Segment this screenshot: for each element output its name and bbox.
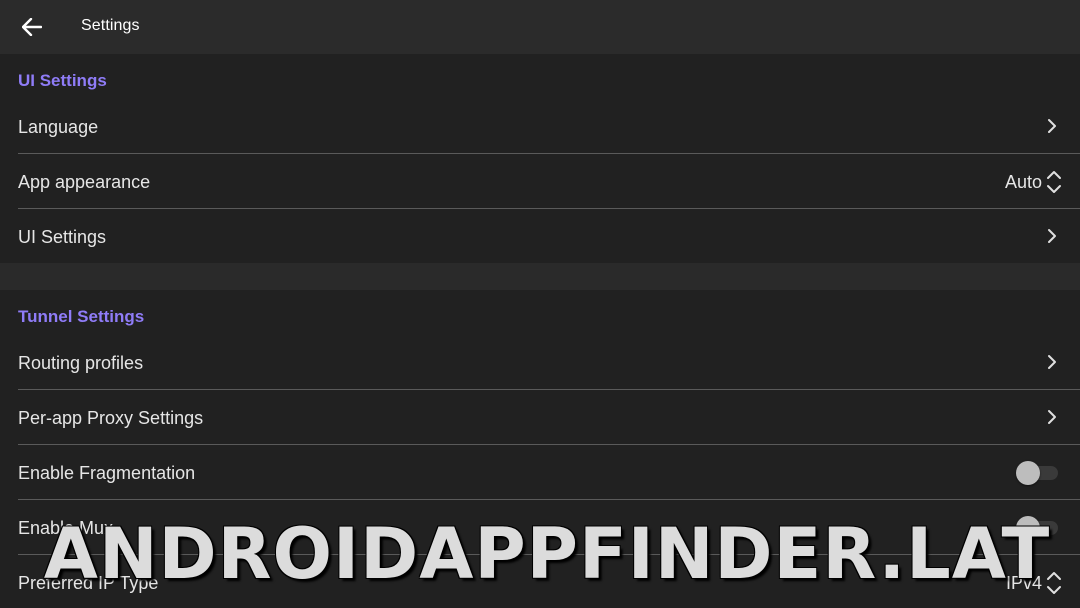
back-button[interactable]	[14, 9, 50, 45]
preferred-ip-type-row[interactable]: Preferred IP Type IPv4	[18, 555, 1080, 608]
top-app-bar: Settings	[0, 0, 1080, 54]
preferred-ip-type-value: IPv4	[1005, 573, 1042, 593]
app-appearance-row[interactable]: App appearance Auto	[18, 154, 1080, 209]
unfold-icon	[1047, 572, 1061, 594]
per-app-proxy-row[interactable]: Per-app Proxy Settings	[18, 390, 1080, 445]
routing-profiles-row[interactable]: Routing profiles	[18, 335, 1080, 390]
chevron-right-icon	[1048, 229, 1056, 243]
mux-toggle[interactable]	[1016, 516, 1058, 540]
row-label: App appearance	[18, 172, 151, 192]
app-appearance-value: Auto	[1004, 172, 1042, 192]
page-title: Settings	[81, 17, 140, 34]
enable-fragmentation-row[interactable]: Enable Fragmentation	[18, 445, 1080, 500]
toggle-thumb	[1016, 461, 1040, 485]
row-label: Enable Fragmentation	[18, 463, 196, 483]
arrow-left-icon	[22, 18, 42, 36]
settings-screen: Settings UI Settings Language App appear…	[0, 0, 1080, 608]
tunnel-settings-section: Tunnel Settings Routing profiles Per-app…	[0, 290, 1080, 608]
row-label: Preferred IP Type	[18, 573, 159, 593]
ui-settings-section: UI Settings Language App appearance Auto…	[0, 54, 1080, 263]
row-label: Enable Mux	[18, 518, 114, 538]
section-separator	[0, 263, 1080, 290]
enable-mux-row[interactable]: Enable Mux	[18, 500, 1080, 555]
row-label: Per-app Proxy Settings	[18, 408, 204, 428]
unfold-icon	[1047, 171, 1061, 193]
row-label: Language	[18, 117, 99, 137]
chevron-right-icon	[1048, 410, 1056, 424]
section-header-ui-settings: UI Settings	[18, 71, 107, 90]
row-label: UI Settings	[18, 227, 107, 247]
fragmentation-toggle[interactable]	[1016, 461, 1058, 485]
row-label: Routing profiles	[18, 353, 144, 373]
chevron-right-icon	[1048, 119, 1056, 133]
language-row[interactable]: Language	[18, 99, 1080, 154]
chevron-right-icon	[1048, 355, 1056, 369]
section-header-tunnel-settings: Tunnel Settings	[18, 307, 145, 326]
ui-settings-row[interactable]: UI Settings	[18, 209, 1080, 264]
toggle-thumb	[1016, 516, 1040, 540]
